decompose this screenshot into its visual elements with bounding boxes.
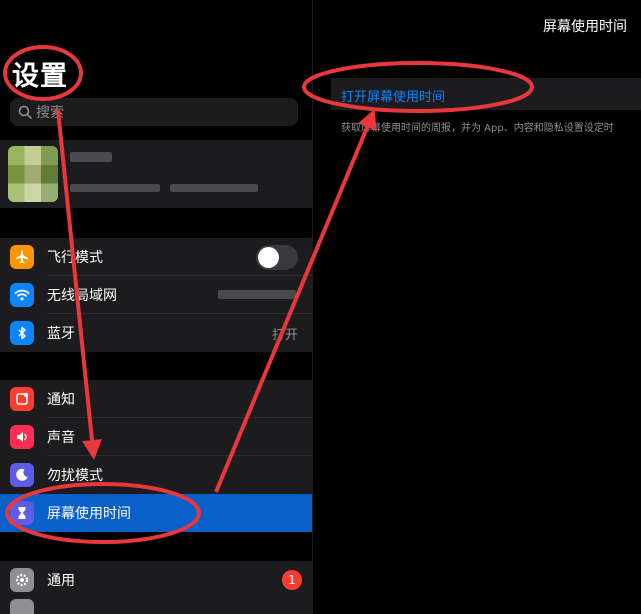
sidebar-item-airplane-mode[interactable]: 飞行模式 [0,238,312,276]
sound-icon [10,425,34,449]
profile-detail-redacted [70,184,160,192]
general-group: 通用 1 [0,561,312,614]
notifications-icon [10,387,34,411]
sidebar-item-label: 飞行模式 [47,250,103,266]
open-screen-time-row[interactable]: 打开屏幕使用时间 [331,78,641,110]
sidebar-item-label: 通用 [47,573,75,589]
sidebar-item-label: 蓝牙 [47,326,75,342]
sidebar-item-notifications[interactable]: 通知 [0,380,312,418]
wifi-network-redacted [218,290,296,299]
avatar [8,146,58,202]
airplane-mode-toggle[interactable] [256,244,298,270]
control-center-icon [10,599,34,614]
update-badge: 1 [282,570,302,590]
sidebar-item-label: 声音 [47,430,75,446]
search-placeholder: 搜索 [36,105,64,121]
gear-icon [10,568,34,592]
open-screen-time-link[interactable]: 打开屏幕使用时间 [341,86,445,105]
page-title: 设置 [12,61,68,92]
connectivity-group: 飞行模式 无线局域网 蓝牙 打开 [0,238,312,352]
bluetooth-status: 打开 [271,327,298,343]
screen-time-detail: 屏幕使用时间 打开屏幕使用时间 获取屏幕使用时间的周报，并为 App、内容和隐私… [313,0,641,614]
sidebar-item-screen-time[interactable]: 屏幕使用时间 [0,494,312,532]
sidebar-item-general[interactable]: 通用 1 [0,561,312,599]
screen-time-description: 获取屏幕使用时间的周报，并为 App、内容和隐私设置设定时 [341,123,614,134]
settings-sidebar: 设置 搜索 飞行模式 无线局域网 蓝牙 打开 通知 声音 勿扰模式 屏幕使用时间… [0,0,312,614]
sidebar-item-label: 通知 [47,392,75,408]
sidebar-item-bluetooth[interactable]: 蓝牙 打开 [0,314,312,352]
profile-name-redacted [70,152,112,162]
sidebar-item-do-not-disturb[interactable]: 勿扰模式 [0,456,312,494]
wifi-icon [10,283,34,307]
sidebar-item-label: 无线局域网 [47,288,117,304]
sidebar-item-label: 屏幕使用时间 [47,506,131,522]
notifications-group: 通知 声音 勿扰模式 屏幕使用时间 [0,380,312,532]
detail-title: 屏幕使用时间 [543,19,627,35]
bluetooth-icon [10,321,34,345]
sidebar-item-label: 勿扰模式 [47,468,103,484]
sidebar-item-partial[interactable] [0,599,312,614]
hourglass-icon [10,501,34,525]
profile-detail-redacted [170,184,258,192]
sidebar-item-wifi[interactable]: 无线局域网 [0,276,312,314]
search-icon [18,105,32,119]
search-input[interactable]: 搜索 [10,98,298,126]
apple-id-profile[interactable] [0,140,312,208]
airplane-icon [10,245,34,269]
moon-icon [10,463,34,487]
sidebar-item-sounds[interactable]: 声音 [0,418,312,456]
